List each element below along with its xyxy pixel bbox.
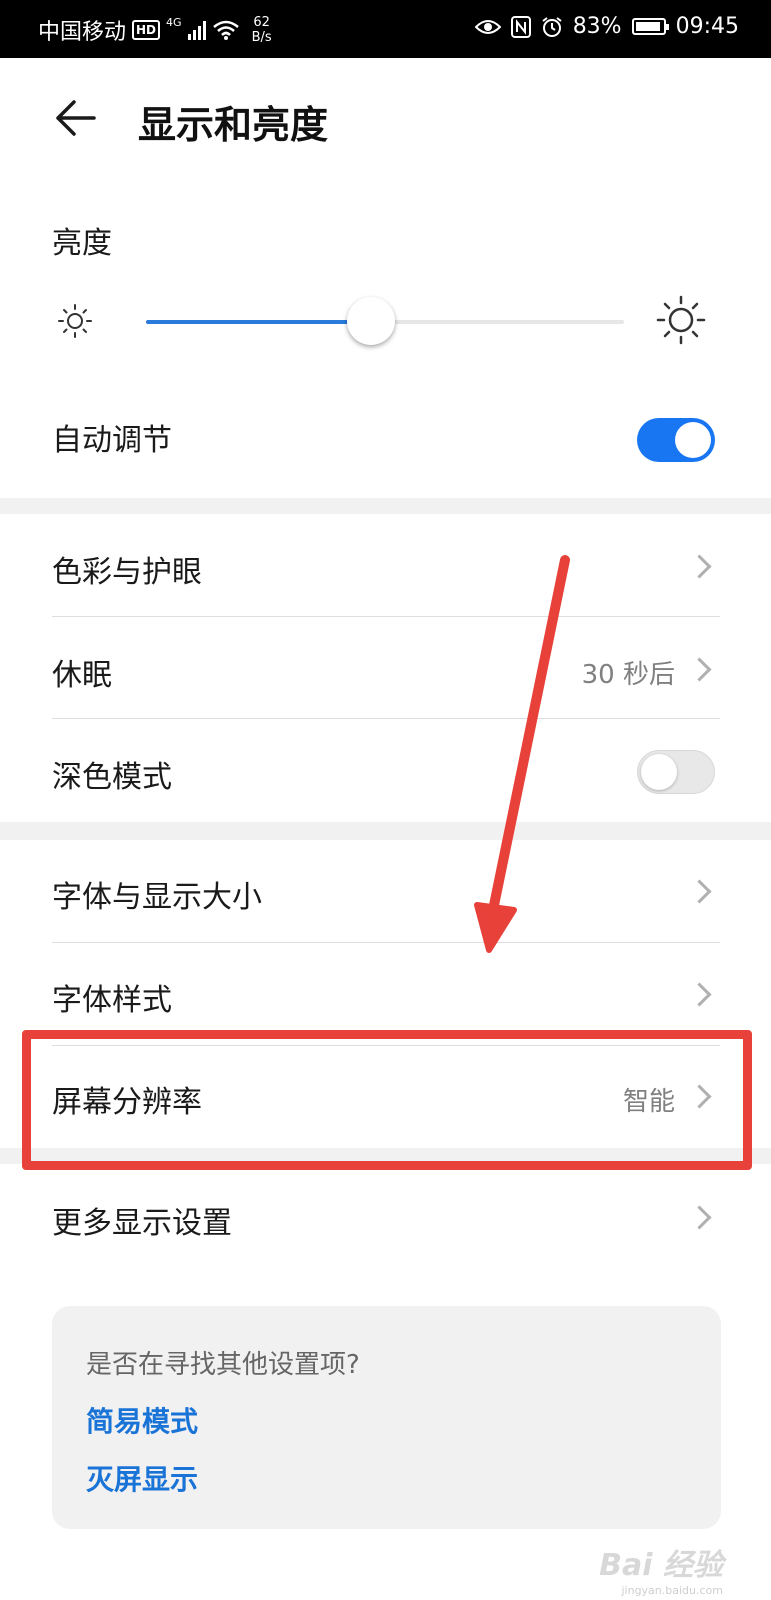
eye-icon	[474, 19, 501, 34]
chevron-right-icon	[687, 982, 712, 1007]
font-style-label: 字体样式	[52, 983, 172, 1018]
battery-icon	[631, 18, 669, 35]
carrier-label: 中国移动	[38, 20, 127, 45]
dark-mode-toggle[interactable]	[637, 750, 715, 794]
watermark: Bai 经验 jingyan.baidu.com	[599, 1540, 723, 1597]
section-separator	[0, 822, 771, 840]
section-separator	[0, 498, 771, 514]
chevron-right-icon	[687, 879, 712, 904]
dark-mode-label: 深色模式	[52, 760, 172, 795]
net-speed: 62 B/s	[252, 15, 272, 45]
alarm-icon	[542, 16, 562, 37]
brightness-slider-fill	[146, 320, 371, 324]
suggestion-question: 是否在寻找其他设置项?	[86, 1350, 360, 1380]
brightness-low-icon	[58, 304, 92, 338]
chevron-right-icon	[687, 554, 712, 579]
more-display-label: 更多显示设置	[52, 1206, 232, 1241]
suggestion-card: 是否在寻找其他设置项? 简易模式 灭屏显示	[52, 1306, 721, 1529]
chevron-right-icon	[687, 1205, 712, 1230]
sleep-value: 30 秒后	[581, 660, 675, 690]
status-bar: 中国移动 HD 4G 62 B/s 83% 09:45	[0, 0, 771, 58]
divider	[52, 616, 720, 617]
divider	[52, 942, 720, 943]
annotation-highlight-box	[22, 1030, 752, 1170]
divider	[52, 718, 720, 719]
brightness-slider-thumb[interactable]	[346, 297, 395, 345]
screen-off-display-link[interactable]: 灭屏显示	[86, 1458, 198, 1498]
back-arrow-icon[interactable]	[50, 96, 100, 140]
hd-badge: HD	[132, 20, 161, 40]
network-type: 4G	[166, 15, 182, 29]
auto-adjust-label: 自动调节	[52, 423, 172, 458]
wifi-icon	[212, 20, 239, 40]
net-speed-unit: B/s	[251, 30, 272, 45]
brightness-high-icon	[656, 295, 706, 345]
font-display-size-label: 字体与显示大小	[52, 880, 262, 915]
signal-icon	[187, 20, 206, 40]
net-speed-value: 62	[253, 15, 270, 30]
brightness-label: 亮度	[52, 226, 112, 261]
sleep-label: 休眠	[52, 658, 112, 693]
page-title: 显示和亮度	[138, 103, 329, 147]
watermark-brand: Bai 经验	[599, 1548, 723, 1583]
chevron-right-icon	[687, 657, 712, 682]
toggle-knob	[641, 754, 677, 790]
page-header: 显示和亮度	[0, 58, 771, 178]
clock: 09:45	[675, 14, 739, 39]
battery-percent: 83%	[572, 14, 622, 39]
auto-adjust-toggle[interactable]	[637, 418, 715, 462]
color-eye-care-label: 色彩与护眼	[52, 555, 202, 590]
simple-mode-link[interactable]: 简易模式	[86, 1400, 198, 1440]
watermark-url: jingyan.baidu.com	[621, 1584, 723, 1597]
toggle-knob	[675, 422, 711, 458]
nfc-icon	[510, 15, 531, 38]
